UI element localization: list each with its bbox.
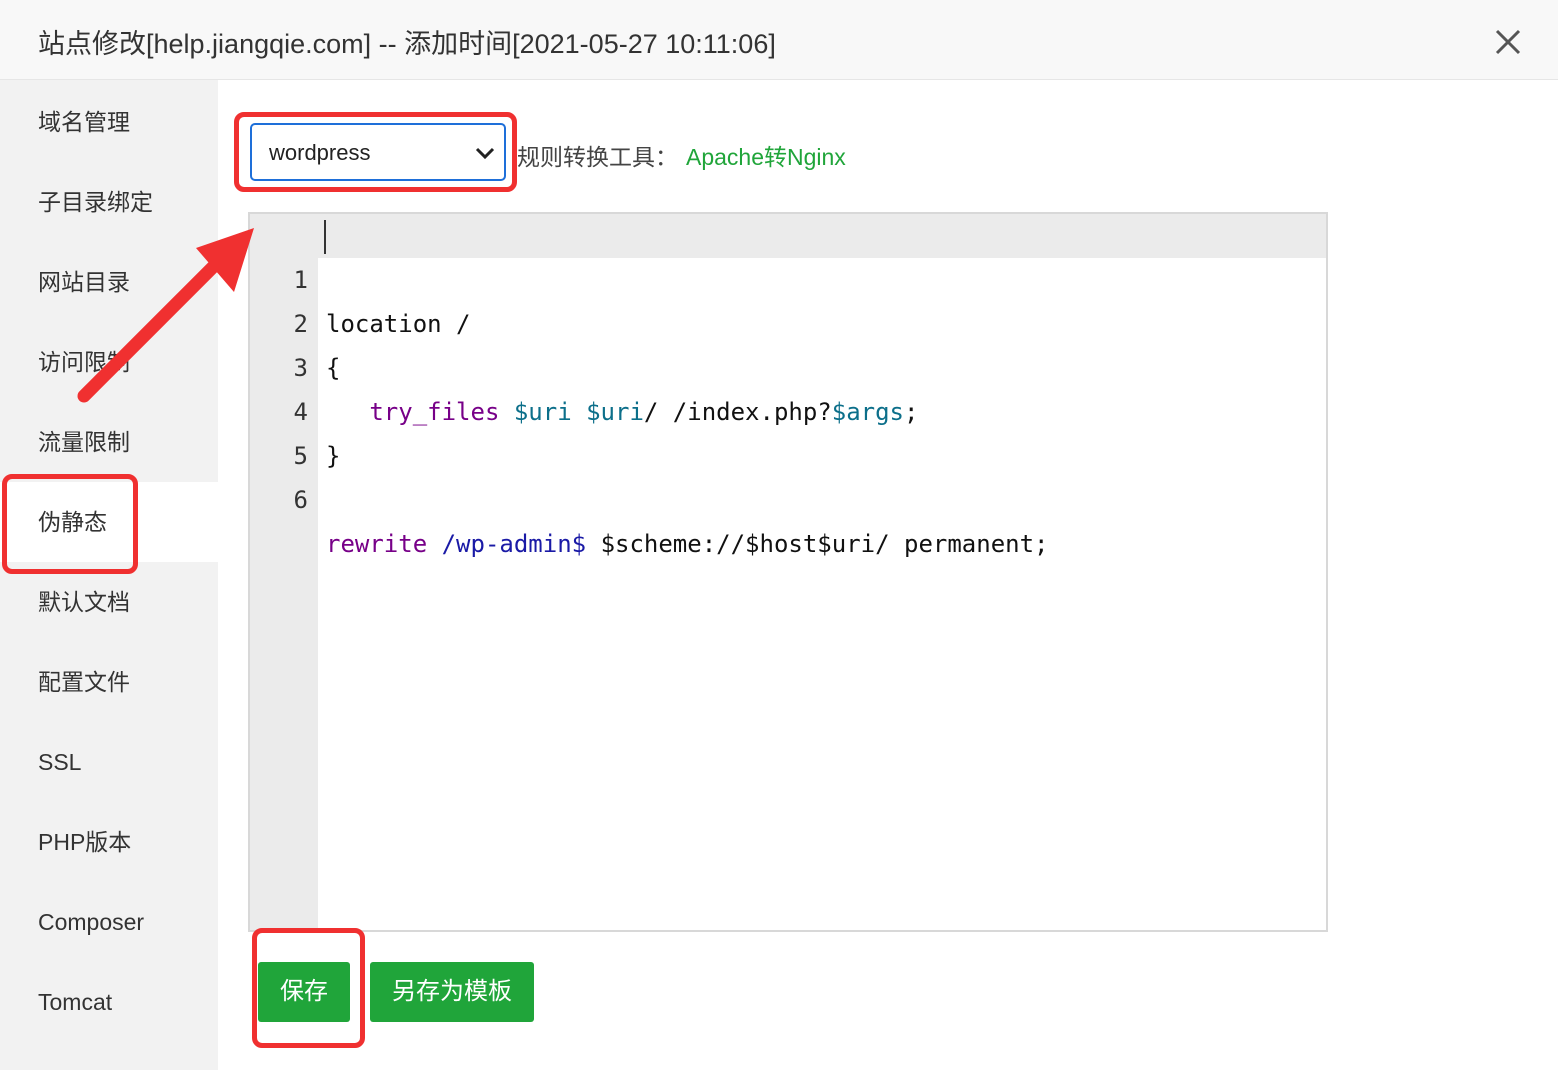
chevron-down-icon [475,147,495,160]
sidebar-item-ssl[interactable]: SSL [0,722,218,802]
sidebar-item-domain[interactable]: 域名管理 [0,82,218,162]
apache-to-nginx-link[interactable]: Apache转Nginx [686,138,846,172]
sidebar-item-site-directory[interactable]: 网站目录 [0,242,218,322]
close-button[interactable] [1488,24,1528,60]
sidebar-nav: 域名管理 子目录绑定 网站目录 访问限制 流量限制 伪静态 默认文档 配置文件 … [0,80,218,1070]
code-line: 4 } [250,346,1326,470]
sidebar-item-config-file[interactable]: 配置文件 [0,642,218,722]
code-line: 3 try_files $uri $uri/ /index.php?$args; [250,302,1326,426]
sidebar-item-subdir-binding[interactable]: 子目录绑定 [0,162,218,242]
select-value: wordpress [269,140,371,165]
text-cursor [324,220,326,254]
sidebar-item-traffic-limit[interactable]: 流量限制 [0,402,218,482]
sidebar-item-tomcat[interactable]: Tomcat [0,962,218,1042]
dialog-title: 站点修改[help.jiangqie.com] -- 添加时间[2021-05-… [38,29,776,59]
save-button[interactable]: 保存 [258,962,350,1022]
sidebar-item-default-doc[interactable]: 默认文档 [0,562,218,642]
dialog-header: 站点修改[help.jiangqie.com] -- 添加时间[2021-05-… [0,0,1558,80]
code-line: 2 { [250,258,1326,382]
code-line: 5 [250,390,1326,470]
close-icon [1495,29,1521,55]
convert-tool-label: 规则转换工具： [517,144,678,170]
code-text: rewrite /wp-admin$ $scheme://$host$uri/ … [326,530,1049,558]
rewrite-template-select[interactable]: wordpress [250,123,506,181]
code-line: 1 location / [250,214,1326,338]
line-number: 6 [293,486,308,514]
sidebar-item-composer[interactable]: Composer [0,882,218,962]
sidebar-item-access-limit[interactable]: 访问限制 [0,322,218,402]
save-as-template-button[interactable]: 另存为模板 [370,962,534,1022]
sidebar-item-rewrite[interactable]: 伪静态 [0,482,218,562]
code-line: 6 rewrite /wp-admin$ $scheme://$host$uri… [250,434,1326,558]
code-editor[interactable]: 1 location / 2 { 3 try_files $uri $uri/ … [248,212,1328,932]
sidebar-item-php-version[interactable]: PHP版本 [0,802,218,882]
